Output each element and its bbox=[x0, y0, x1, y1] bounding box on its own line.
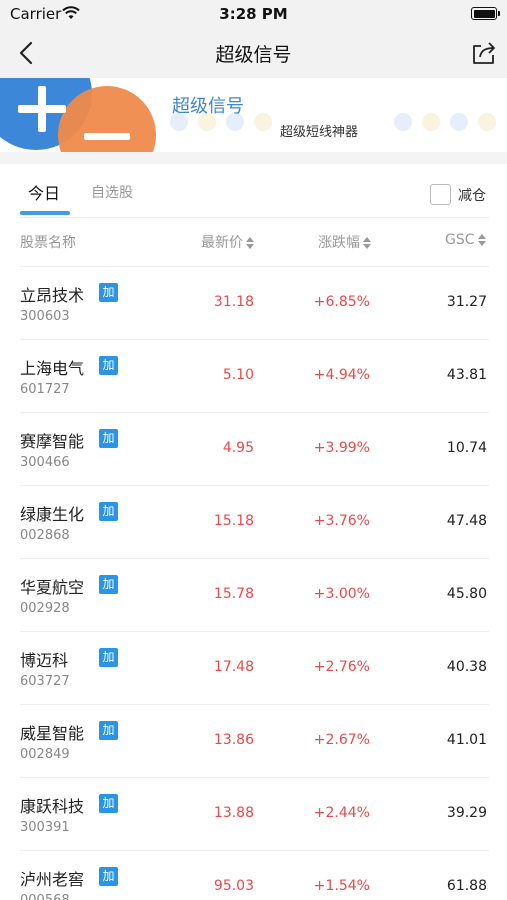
column-header-name: 股票名称 bbox=[20, 235, 76, 251]
stock-price: 17.48 bbox=[213, 659, 254, 675]
column-header-change[interactable]: 涨跌幅 bbox=[318, 232, 371, 252]
add-favorite-button[interactable]: 加 bbox=[99, 356, 118, 375]
divider bbox=[20, 850, 489, 851]
divider bbox=[20, 777, 489, 778]
stock-price: 31.18 bbox=[213, 294, 254, 310]
stock-gsc: 43.81 bbox=[446, 367, 487, 383]
stock-code: 002928 bbox=[20, 601, 70, 616]
stock-code: 300466 bbox=[20, 455, 70, 470]
stock-change: +2.67% bbox=[313, 732, 370, 748]
status-bar: Carrier 3:28 PM bbox=[0, 0, 507, 28]
stock-gsc: 40.38 bbox=[446, 659, 487, 675]
stock-name: 绿康生化 bbox=[20, 505, 85, 524]
divider bbox=[20, 412, 489, 413]
stock-code: 300603 bbox=[20, 309, 70, 324]
stock-code: 000568 bbox=[20, 893, 70, 900]
active-tab-indicator bbox=[20, 211, 70, 215]
stock-code: 603727 bbox=[20, 674, 70, 689]
divider bbox=[20, 339, 489, 340]
stock-gsc: 10.74 bbox=[446, 440, 487, 456]
stock-name: 立昂技术 bbox=[20, 286, 85, 305]
reduce-label[interactable]: 减仓 bbox=[458, 185, 486, 205]
table-row[interactable]: 赛摩智能 加 300466 4.95 +3.99% 10.74 bbox=[0, 412, 507, 485]
stock-gsc: 61.88 bbox=[446, 878, 487, 894]
column-header-gsc[interactable]: GSC bbox=[445, 232, 486, 248]
stock-price: 4.95 bbox=[222, 440, 254, 456]
table-row[interactable]: 威星智能 加 002849 13.86 +2.67% 41.01 bbox=[0, 704, 507, 777]
stock-price: 13.88 bbox=[213, 805, 254, 821]
stock-change: +1.54% bbox=[313, 878, 370, 894]
stock-price: 13.86 bbox=[213, 732, 254, 748]
tab-today[interactable]: 今日 bbox=[28, 180, 60, 204]
table-row[interactable]: 华夏航空 加 002928 15.78 +3.00% 45.80 bbox=[0, 558, 507, 631]
add-favorite-button[interactable]: 加 bbox=[99, 502, 118, 521]
table-row[interactable]: 康跃科技 加 300391 13.88 +2.44% 39.29 bbox=[0, 777, 507, 850]
tab-bar: 今日 自选股 减仓 bbox=[0, 164, 507, 218]
stock-code: 002868 bbox=[20, 528, 70, 543]
section-divider bbox=[0, 152, 507, 164]
add-favorite-button[interactable]: 加 bbox=[99, 867, 118, 886]
stock-price: 15.18 bbox=[213, 513, 254, 529]
stock-name: 赛摩智能 bbox=[20, 432, 85, 451]
stock-gsc: 31.27 bbox=[446, 294, 487, 310]
divider bbox=[20, 704, 489, 705]
add-favorite-button[interactable]: 加 bbox=[99, 648, 118, 667]
stock-gsc: 39.29 bbox=[446, 805, 487, 821]
divider bbox=[20, 631, 489, 632]
page-title: 超级信号 bbox=[215, 44, 292, 66]
table-row[interactable]: 泸州老窖 加 000568 95.03 +1.54% 61.88 bbox=[0, 850, 507, 900]
add-favorite-button[interactable]: 加 bbox=[99, 575, 118, 594]
navigation-bar: 超级信号 bbox=[0, 28, 507, 78]
stock-name: 泸州老窖 bbox=[20, 870, 85, 889]
stock-code: 601727 bbox=[20, 382, 70, 397]
stock-name: 上海电气 bbox=[20, 359, 85, 378]
stock-price: 5.10 bbox=[222, 367, 254, 383]
sort-icon bbox=[477, 234, 486, 246]
reduce-checkbox[interactable] bbox=[430, 184, 451, 205]
tab-favorites[interactable]: 自选股 bbox=[91, 182, 133, 202]
stock-code: 002849 bbox=[20, 747, 70, 762]
stock-code: 300391 bbox=[20, 820, 70, 835]
stock-price: 95.03 bbox=[213, 878, 254, 894]
divider bbox=[20, 485, 489, 486]
table-row[interactable]: 上海电气 加 601727 5.10 +4.94% 43.81 bbox=[0, 339, 507, 412]
column-header-price[interactable]: 最新价 bbox=[201, 232, 254, 252]
stock-change: +3.76% bbox=[313, 513, 370, 529]
banner-title: 超级信号 bbox=[172, 96, 244, 117]
stock-change: +6.85% bbox=[313, 294, 370, 310]
add-favorite-button[interactable]: 加 bbox=[99, 721, 118, 740]
battery-icon bbox=[471, 7, 500, 20]
banner-subtitle: 超级短线神器 bbox=[280, 125, 359, 140]
stock-name: 华夏航空 bbox=[20, 578, 85, 597]
clock: 3:28 PM bbox=[219, 5, 288, 23]
table-header: 股票名称 最新价 涨跌幅 GSC bbox=[0, 218, 507, 266]
stock-gsc: 41.01 bbox=[446, 732, 487, 748]
banner[interactable]: 超级信号 超级短线神器 bbox=[0, 78, 507, 152]
table-row[interactable]: 博迈科 加 603727 17.48 +2.76% 40.38 bbox=[0, 631, 507, 704]
sort-icon bbox=[363, 237, 371, 249]
share-icon[interactable] bbox=[471, 40, 497, 66]
stock-gsc: 45.80 bbox=[446, 586, 487, 602]
divider bbox=[20, 266, 489, 267]
sort-icon bbox=[246, 237, 254, 249]
stock-gsc: 47.48 bbox=[446, 513, 487, 529]
stock-price: 15.78 bbox=[213, 586, 254, 602]
table-row[interactable]: 立昂技术 加 300603 31.18 +6.85% 31.27 bbox=[0, 266, 507, 339]
stock-name: 威星智能 bbox=[20, 724, 85, 743]
add-favorite-button[interactable]: 加 bbox=[99, 429, 118, 448]
stock-change: +4.94% bbox=[313, 367, 370, 383]
stock-change: +3.99% bbox=[313, 440, 370, 456]
add-favorite-button[interactable]: 加 bbox=[99, 283, 118, 302]
stock-name: 康跃科技 bbox=[20, 797, 85, 816]
stock-change: +2.76% bbox=[313, 659, 370, 675]
table-row[interactable]: 绿康生化 加 002868 15.18 +3.76% 47.48 bbox=[0, 485, 507, 558]
stock-change: +3.00% bbox=[313, 586, 370, 602]
stock-name: 博迈科 bbox=[20, 651, 69, 670]
add-favorite-button[interactable]: 加 bbox=[99, 794, 118, 813]
divider bbox=[20, 558, 489, 559]
stock-change: +2.44% bbox=[313, 805, 370, 821]
